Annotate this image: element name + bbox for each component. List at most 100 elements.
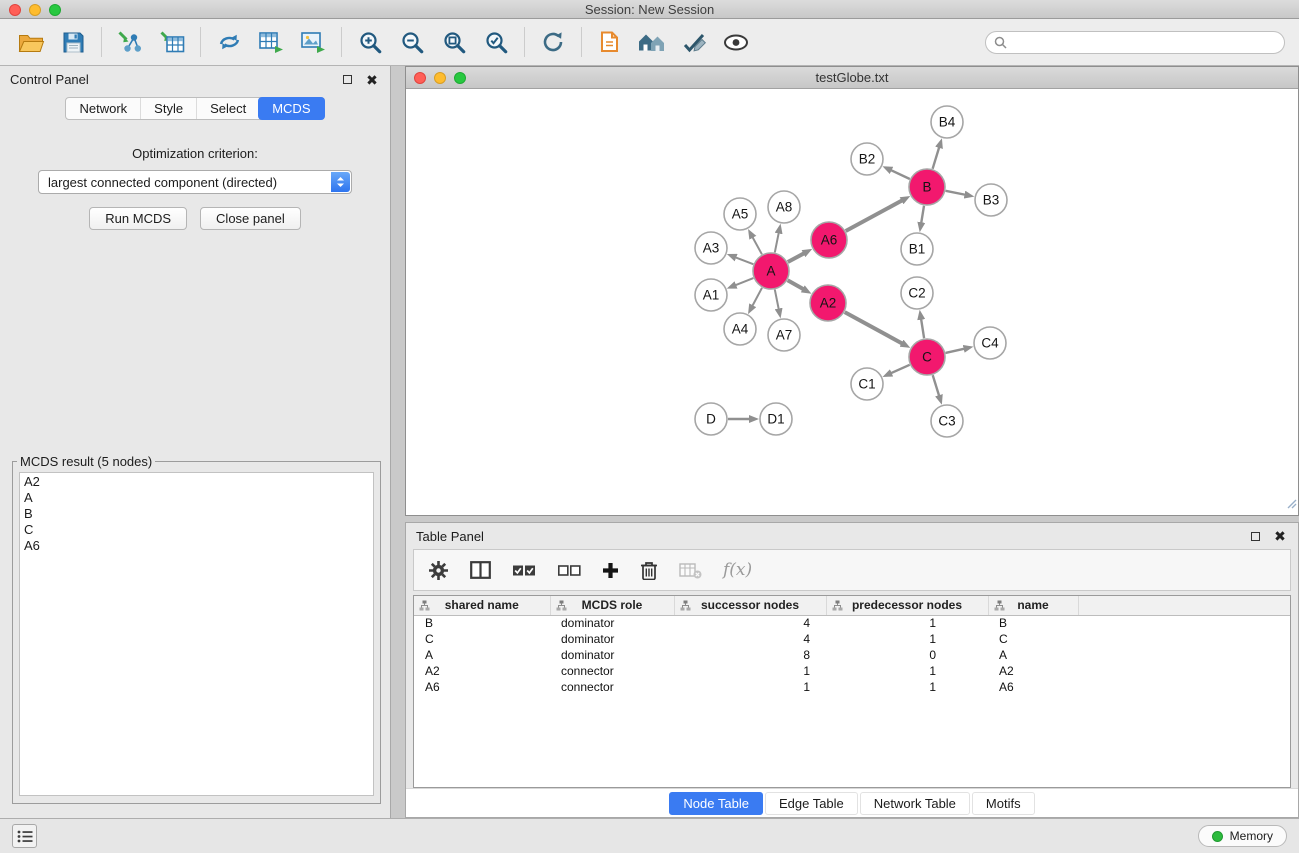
network-canvas[interactable]: B4B2BB3A5A8A6B1A3AC2A1A2A4A7CC4C1C3DD1 bbox=[406, 89, 1298, 515]
select-all-rows-button[interactable] bbox=[512, 563, 536, 578]
table-cell[interactable]: 1 bbox=[826, 679, 988, 695]
zoom-in-button[interactable] bbox=[349, 23, 391, 61]
node-B4[interactable]: B4 bbox=[931, 106, 963, 138]
node-A5[interactable]: A5 bbox=[724, 198, 756, 230]
network-overview-button[interactable] bbox=[631, 23, 673, 61]
edge-C-C4[interactable] bbox=[946, 348, 966, 353]
table-cell[interactable]: A6 bbox=[414, 679, 550, 695]
table-options-button[interactable] bbox=[428, 560, 449, 581]
table-row[interactable]: Adominator80A bbox=[414, 647, 1290, 663]
delete-columns-button[interactable] bbox=[640, 560, 658, 580]
tab-select[interactable]: Select bbox=[196, 98, 259, 119]
edge-A-A3[interactable] bbox=[734, 257, 753, 264]
table-cell[interactable]: dominator bbox=[550, 615, 674, 631]
edge-B-B4[interactable] bbox=[933, 146, 940, 169]
edge-A-A5[interactable] bbox=[752, 236, 762, 254]
node-A3[interactable]: A3 bbox=[695, 232, 727, 264]
node-C[interactable]: C bbox=[909, 339, 945, 375]
tab-network[interactable]: Network bbox=[66, 98, 140, 119]
table-cell[interactable]: connector bbox=[550, 679, 674, 695]
table-cell[interactable]: 4 bbox=[674, 631, 826, 647]
edge-A-A1[interactable] bbox=[734, 278, 753, 286]
table-cell[interactable]: 4 bbox=[674, 615, 826, 631]
new-network-button[interactable] bbox=[208, 23, 250, 61]
run-mcds-button[interactable]: Run MCDS bbox=[89, 207, 187, 230]
node-C2[interactable]: C2 bbox=[901, 277, 933, 309]
table-cell[interactable]: A2 bbox=[988, 663, 1078, 679]
table-cell[interactable]: C bbox=[414, 631, 550, 647]
table-cell[interactable]: C bbox=[988, 631, 1078, 647]
import-network-button[interactable] bbox=[109, 23, 151, 61]
export-table-button[interactable] bbox=[250, 23, 292, 61]
node-B[interactable]: B bbox=[909, 169, 945, 205]
mcds-result-item[interactable]: A2 bbox=[24, 474, 369, 490]
table-cell[interactable]: B bbox=[414, 615, 550, 631]
node-A6[interactable]: A6 bbox=[811, 222, 847, 258]
create-column-button[interactable] bbox=[602, 562, 619, 579]
mcds-result-item[interactable]: B bbox=[24, 506, 369, 522]
node-C3[interactable]: C3 bbox=[931, 405, 963, 437]
table-cell[interactable]: dominator bbox=[550, 631, 674, 647]
refresh-view-button[interactable] bbox=[532, 23, 574, 61]
close-panel-button[interactable]: ✖ bbox=[364, 72, 380, 88]
node-A7[interactable]: A7 bbox=[768, 319, 800, 351]
table-cell[interactable]: A2 bbox=[414, 663, 550, 679]
node-A[interactable]: A bbox=[753, 253, 789, 289]
tab-mcds[interactable]: MCDS bbox=[258, 97, 324, 120]
float-panel-button[interactable] bbox=[339, 72, 355, 88]
edge-B-B2[interactable] bbox=[890, 170, 910, 179]
column-header-successor-nodes[interactable]: successor nodes bbox=[674, 596, 826, 615]
zoom-selected-button[interactable] bbox=[475, 23, 517, 61]
table-row[interactable]: A6connector11A6 bbox=[414, 679, 1290, 695]
node-C1[interactable]: C1 bbox=[851, 368, 883, 400]
network-close-button[interactable] bbox=[414, 72, 426, 84]
save-session-button[interactable] bbox=[52, 23, 94, 61]
table-row[interactable]: A2connector11A2 bbox=[414, 663, 1290, 679]
edge-B-B1[interactable] bbox=[921, 206, 924, 225]
node-B2[interactable]: B2 bbox=[851, 143, 883, 175]
open-file-button[interactable] bbox=[10, 23, 52, 61]
node-D[interactable]: D bbox=[695, 403, 727, 435]
criterion-dropdown[interactable]: largest connected component (directed) bbox=[38, 170, 352, 194]
node-A1[interactable]: A1 bbox=[695, 279, 727, 311]
first-neighbors-button[interactable] bbox=[589, 23, 631, 61]
tab-edge-table[interactable]: Edge Table bbox=[765, 792, 858, 815]
node-B3[interactable]: B3 bbox=[975, 184, 1007, 216]
tab-motifs[interactable]: Motifs bbox=[972, 792, 1035, 815]
table-cell[interactable]: dominator bbox=[550, 647, 674, 663]
mcds-result-item[interactable]: C bbox=[24, 522, 369, 538]
close-window-button[interactable] bbox=[9, 4, 21, 16]
table-cell[interactable]: A bbox=[414, 647, 550, 663]
table-cell[interactable]: 1 bbox=[674, 679, 826, 695]
table-close-panel-button[interactable]: ✖ bbox=[1272, 528, 1288, 544]
minimize-window-button[interactable] bbox=[29, 4, 41, 16]
show-columns-button[interactable] bbox=[470, 561, 491, 579]
table-cell[interactable]: 1 bbox=[826, 615, 988, 631]
node-A8[interactable]: A8 bbox=[768, 191, 800, 223]
memory-button[interactable]: Memory bbox=[1198, 825, 1287, 847]
mcds-result-item[interactable]: A6 bbox=[24, 538, 369, 554]
deselect-all-rows-button[interactable] bbox=[557, 563, 581, 578]
edge-B-B3[interactable] bbox=[946, 191, 967, 195]
column-header-name[interactable]: name bbox=[988, 596, 1078, 615]
zoom-fit-button[interactable] bbox=[433, 23, 475, 61]
function-builder-icon[interactable]: f(x) bbox=[723, 560, 752, 580]
edge-C-C1[interactable] bbox=[890, 365, 910, 374]
table-cell[interactable]: A6 bbox=[988, 679, 1078, 695]
edge-A-A2[interactable] bbox=[788, 280, 805, 290]
node-C4[interactable]: C4 bbox=[974, 327, 1006, 359]
zoom-window-button[interactable] bbox=[49, 4, 61, 16]
table-row[interactable]: Bdominator41B bbox=[414, 615, 1290, 631]
table-cell[interactable]: 1 bbox=[674, 663, 826, 679]
search-input[interactable] bbox=[1012, 35, 1276, 49]
table-cell[interactable]: 0 bbox=[826, 647, 988, 663]
close-mcds-panel-button[interactable]: Close panel bbox=[200, 207, 301, 230]
column-header-predecessor-nodes[interactable]: predecessor nodes bbox=[826, 596, 988, 615]
window-resize-grip[interactable] bbox=[1285, 496, 1297, 514]
node-D1[interactable]: D1 bbox=[760, 403, 792, 435]
import-table-button[interactable] bbox=[151, 23, 193, 61]
edge-A-A8[interactable] bbox=[775, 232, 779, 253]
table-cell[interactable]: connector bbox=[550, 663, 674, 679]
node-A4[interactable]: A4 bbox=[724, 313, 756, 345]
edge-A-A4[interactable] bbox=[752, 288, 762, 307]
